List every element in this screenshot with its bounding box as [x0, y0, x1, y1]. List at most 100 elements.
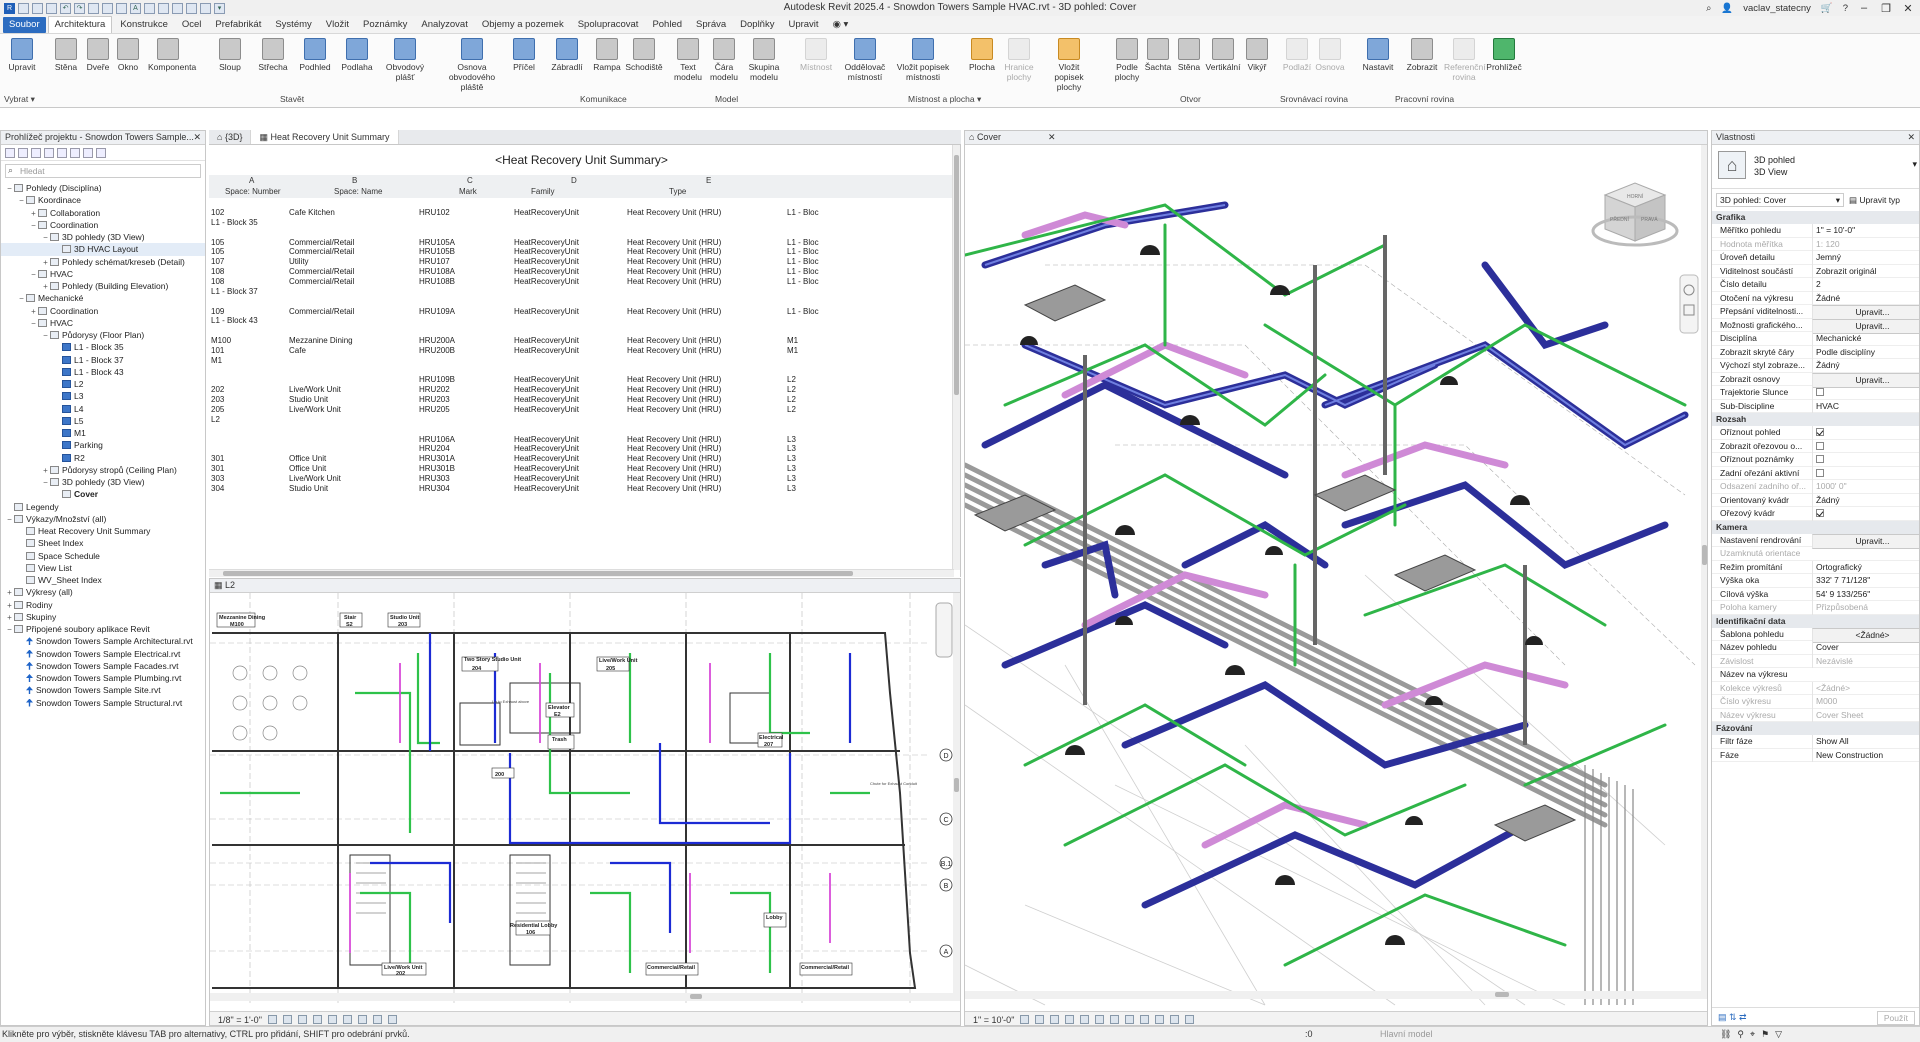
- tab-manage[interactable]: Správa: [690, 17, 732, 33]
- property-row[interactable]: Oříznout poznámky: [1712, 453, 1919, 467]
- sync-icon[interactable]: [46, 2, 57, 14]
- component-button[interactable]: Komponenta: [148, 38, 196, 72]
- cart-icon[interactable]: 🛒: [1821, 3, 1833, 14]
- property-row[interactable]: Zobrazit skryté čáry Podle disciplíny: [1712, 345, 1919, 359]
- browser-item[interactable]: + Pohledy (Building Elevation): [1, 280, 205, 292]
- navigation-bar[interactable]: [1679, 274, 1699, 334]
- property-value[interactable]: [1812, 439, 1919, 453]
- visual-style-icon[interactable]: [282, 1015, 292, 1024]
- property-value[interactable]: Cover: [1812, 641, 1919, 655]
- browser-item[interactable]: Snowdon Towers Sample Electrical.rvt: [1, 648, 205, 660]
- group-icon[interactable]: [70, 147, 80, 158]
- close-icon[interactable]: ✕: [193, 131, 201, 144]
- browser-item[interactable]: R2: [1, 452, 205, 464]
- property-value[interactable]: [1812, 466, 1919, 480]
- browser-item[interactable]: + Collaboration: [1, 207, 205, 219]
- property-value[interactable]: Ortografický: [1812, 560, 1919, 574]
- browser-item[interactable]: −3D pohledy (3D View): [1, 231, 205, 243]
- detail-level-icon[interactable]: [267, 1015, 277, 1024]
- tab-steel[interactable]: Ocel: [176, 17, 208, 33]
- column-header[interactable]: Family: [531, 186, 555, 198]
- section-icon[interactable]: [158, 2, 169, 14]
- 3d-scale[interactable]: 1" = 10'-0": [973, 1015, 1014, 1025]
- checkbox[interactable]: [1816, 441, 1824, 450]
- property-row[interactable]: Nastavení rendrování Upravit...: [1712, 533, 1919, 549]
- column-button[interactable]: Sloup: [210, 38, 250, 72]
- close-window-button[interactable]: ✕: [1902, 2, 1914, 15]
- browser-item[interactable]: − HVAC: [1, 268, 205, 280]
- property-row[interactable]: Trajektorie Slunce: [1712, 386, 1919, 400]
- property-row[interactable]: Poloha kamery Přizpůsobená: [1712, 601, 1919, 615]
- browser-item[interactable]: − Pohledy (Disciplína): [1, 182, 205, 194]
- tab-view[interactable]: Pohled: [646, 17, 688, 33]
- property-row[interactable]: Cílová výška 54' 9 133/256": [1712, 587, 1919, 601]
- worksharing-icon[interactable]: [1170, 1015, 1180, 1024]
- checkbox[interactable]: [1816, 468, 1824, 477]
- property-row[interactable]: Fáze New Construction: [1712, 748, 1919, 762]
- help-icon[interactable]: ?: [1843, 3, 1848, 14]
- checkbox[interactable]: [1816, 509, 1824, 517]
- schedule-icon[interactable]: [44, 147, 54, 158]
- browser-item[interactable]: L1 - Block 43: [1, 366, 205, 378]
- browser-item[interactable]: − Mechanické: [1, 292, 205, 304]
- property-row[interactable]: Název na výkresu: [1712, 668, 1919, 682]
- close-icon[interactable]: ✕: [1907, 131, 1915, 144]
- home-icon[interactable]: [5, 147, 15, 158]
- tag-icon[interactable]: [96, 147, 106, 158]
- ceiling-button[interactable]: Podhled: [295, 38, 335, 72]
- tab-systems[interactable]: Systémy: [269, 17, 317, 33]
- detail-level-icon[interactable]: [1020, 1015, 1030, 1024]
- tag-room-button[interactable]: Vložit popisek místnosti: [895, 38, 951, 82]
- show-workplane-button[interactable]: Zobrazit: [1402, 38, 1442, 72]
- model-group-button[interactable]: Skupina modelu: [744, 38, 784, 82]
- property-value[interactable]: M000: [1812, 695, 1919, 709]
- property-value[interactable]: Žádné: [1812, 291, 1919, 305]
- property-value[interactable]: 1000' 0": [1812, 480, 1919, 494]
- dimension-icon[interactable]: [116, 2, 127, 14]
- browser-item[interactable]: L2: [1, 378, 205, 390]
- thin-lines-icon[interactable]: [172, 2, 183, 14]
- browser-item[interactable]: L3: [1, 390, 205, 402]
- sun-path-icon[interactable]: [1050, 1015, 1060, 1024]
- viewer-button[interactable]: Prohlížeč: [1484, 38, 1524, 72]
- property-row[interactable]: Měřítko pohledu 1" = 10'-0": [1712, 224, 1919, 238]
- stair-button[interactable]: Schodiště: [624, 38, 664, 72]
- browser-item[interactable]: Snowdon Towers Sample Facades.rvt: [1, 660, 205, 672]
- link-icon[interactable]: [83, 147, 93, 158]
- property-section[interactable]: Kamera⌃: [1712, 520, 1919, 534]
- property-value[interactable]: 2: [1812, 278, 1919, 292]
- text-icon[interactable]: A: [130, 2, 141, 14]
- reveal-hidden-icon[interactable]: [372, 1015, 382, 1024]
- tab-heat-recovery-summary[interactable]: ▦ Heat Recovery Unit Summary: [251, 130, 399, 144]
- crop-view-icon[interactable]: [327, 1015, 337, 1024]
- railing-button[interactable]: Zábradlí: [547, 38, 587, 72]
- property-row[interactable]: Odsazení zadního oř... 1000' 0": [1712, 480, 1919, 494]
- property-value[interactable]: [1812, 453, 1919, 467]
- browser-item[interactable]: Parking: [1, 439, 205, 451]
- measure-icon[interactable]: [102, 2, 113, 14]
- lock-3d-icon[interactable]: [1125, 1015, 1135, 1024]
- property-value[interactable]: Jemný: [1812, 251, 1919, 265]
- property-row[interactable]: Název výkresu Cover Sheet: [1712, 708, 1919, 722]
- property-row[interactable]: Disciplína Mechanické: [1712, 332, 1919, 346]
- browser-item[interactable]: Snowdon Towers Sample Plumbing.rvt: [1, 672, 205, 684]
- show-crop-icon[interactable]: [342, 1015, 352, 1024]
- tab-collaborate[interactable]: Spolupracovat: [572, 17, 645, 33]
- column-header[interactable]: Type: [669, 186, 686, 198]
- browser-item[interactable]: L4: [1, 403, 205, 415]
- property-row[interactable]: Číslo výkresu M000: [1712, 695, 1919, 709]
- model-line-button[interactable]: Čára modelu: [704, 38, 744, 82]
- roof-button[interactable]: Střecha: [253, 38, 293, 72]
- browser-item[interactable]: Legendy: [1, 501, 205, 513]
- property-row[interactable]: Režim promítání Ortografický: [1712, 560, 1919, 574]
- view-icon[interactable]: [18, 147, 28, 158]
- property-value[interactable]: <Žádné>: [1812, 681, 1919, 695]
- property-value[interactable]: Žádný: [1812, 359, 1919, 373]
- property-value[interactable]: 1: 120: [1812, 237, 1919, 251]
- column-header[interactable]: Mark: [459, 186, 477, 198]
- property-section[interactable]: Grafika⌃: [1712, 211, 1919, 224]
- browser-item[interactable]: L1 - Block 35: [1, 341, 205, 353]
- property-value[interactable]: [1812, 507, 1919, 521]
- revit-logo-icon[interactable]: R: [4, 2, 15, 14]
- property-row[interactable]: Orientovaný kvádr Žádný: [1712, 493, 1919, 507]
